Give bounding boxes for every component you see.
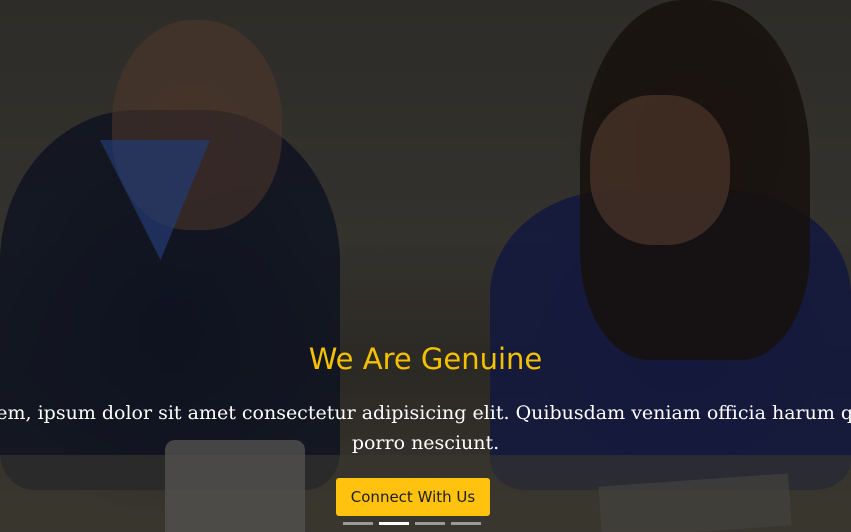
hero-slide: We Are Genuine Lorem, ipsum dolor sit am… [0,0,851,532]
hero-caption: We Are Genuine Lorem, ipsum dolor sit am… [0,0,851,532]
carousel-indicator-1[interactable] [343,522,373,525]
carousel-indicators [343,522,481,526]
carousel-indicator-2[interactable] [379,522,409,525]
hero-title: We Are Genuine [308,342,543,376]
carousel-indicator-4[interactable] [451,522,481,525]
hero-description: Lorem, ipsum dolor sit amet consectetur … [0,402,851,454]
carousel-indicator-3[interactable] [415,522,445,525]
connect-with-us-button[interactable]: Connect With Us [336,478,490,516]
